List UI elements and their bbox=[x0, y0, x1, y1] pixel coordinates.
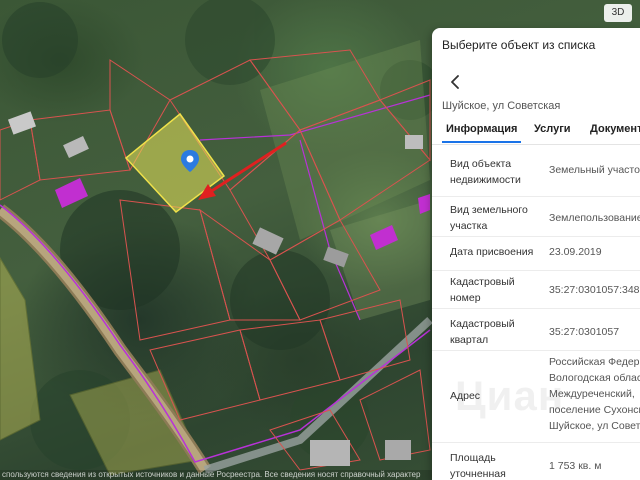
info-row: Адрес Российская Федерация, Вологодская … bbox=[432, 350, 640, 443]
info-value: 23.09.2019 bbox=[549, 246, 602, 258]
tab-information[interactable]: Информация bbox=[441, 123, 522, 143]
info-row: Вид земельного участка Землепользование bbox=[432, 196, 640, 237]
object-address-short: Шуйское, ул Советская bbox=[442, 100, 561, 112]
object-info-panel: Выберите объект из списка Шуйское, ул Со… bbox=[432, 28, 640, 480]
info-value: 1 753 кв. м bbox=[549, 460, 602, 472]
info-key: Площадь уточненная bbox=[450, 452, 506, 480]
info-key: Дата присвоения bbox=[450, 246, 534, 258]
info-value: 35:27:0301057:348 bbox=[549, 284, 640, 296]
back-button[interactable] bbox=[442, 68, 470, 96]
panel-title: Выберите объект из списка bbox=[442, 38, 596, 52]
tab-services[interactable]: Услуги bbox=[534, 123, 571, 135]
info-key: Адрес bbox=[450, 390, 481, 402]
info-value: Российская Федерация, Вологодская област… bbox=[549, 356, 640, 432]
info-value: 35:27:0301057 bbox=[549, 326, 620, 338]
chevron-left-icon bbox=[451, 75, 459, 89]
info-row: Площадь уточненная 1 753 кв. м bbox=[432, 442, 640, 480]
info-row: Вид объекта недвижимости Земельный участ… bbox=[432, 148, 640, 197]
info-value: Землепользование bbox=[549, 212, 640, 224]
tab-documents[interactable]: Документы bbox=[590, 123, 640, 135]
info-key: Вид объекта недвижимости bbox=[450, 158, 521, 186]
map-3d-toggle[interactable]: 3D bbox=[604, 4, 632, 22]
info-key: Вид земельного участка bbox=[450, 204, 528, 232]
tab-bar: Информация Услуги Документы bbox=[432, 118, 640, 145]
info-row: Кадастровый квартал 35:27:0301057 bbox=[432, 308, 640, 351]
info-key: Кадастровый номер bbox=[450, 276, 515, 304]
info-row: Дата присвоения 23.09.2019 bbox=[432, 236, 640, 271]
info-value: Земельный участок bbox=[549, 164, 640, 176]
info-row: Кадастровый номер 35:27:0301057:348 bbox=[432, 270, 640, 309]
info-key: Кадастровый квартал bbox=[450, 318, 515, 346]
